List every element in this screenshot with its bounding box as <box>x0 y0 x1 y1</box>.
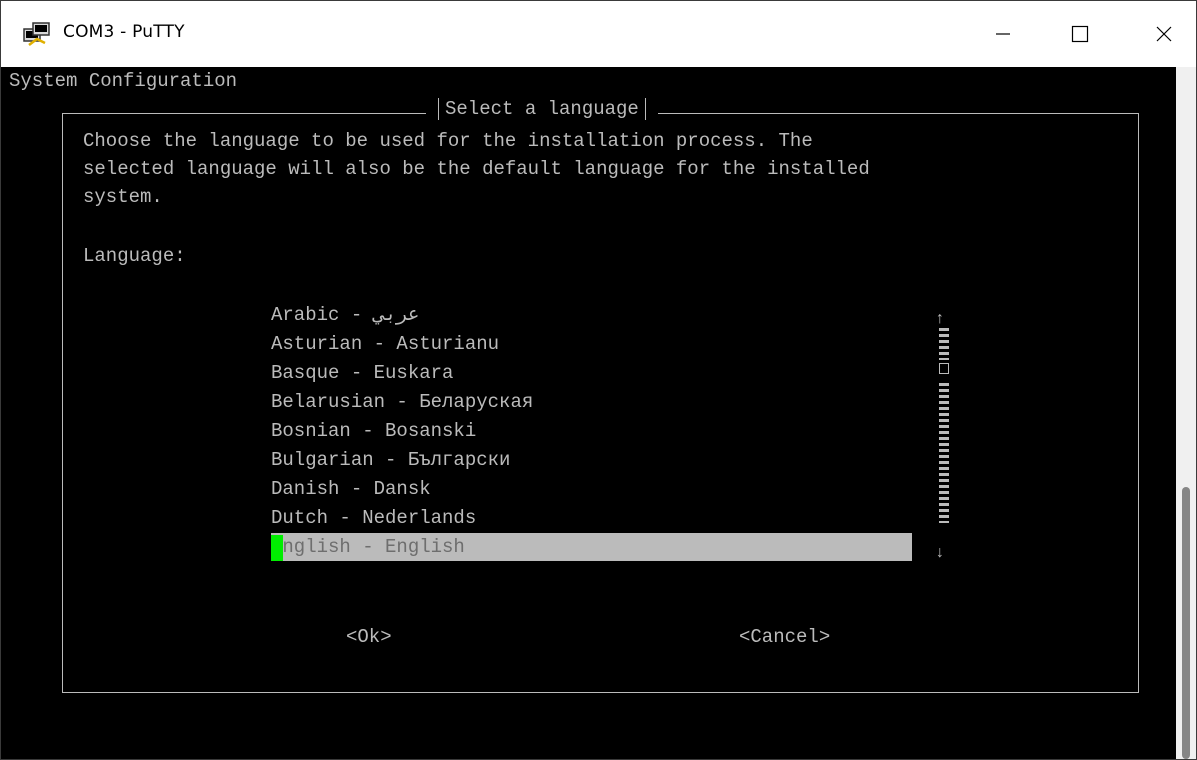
list-scroll-track[interactable] <box>939 328 949 360</box>
close-icon <box>1156 26 1172 42</box>
close-button[interactable] <box>1132 1 1196 67</box>
language-option-bulgarian[interactable]: Bulgarian - Български <box>271 446 510 474</box>
maximize-icon <box>1071 25 1089 43</box>
language-option-arabic[interactable]: Arabic - عربي <box>271 301 419 329</box>
language-option-belarusian[interactable]: Belarusian - Беларуская <box>271 388 533 416</box>
language-option-danish[interactable]: Danish - Dansk <box>271 475 431 503</box>
language-option-english-selected[interactable]: English - English <box>271 533 912 561</box>
title-right-divider <box>644 98 646 120</box>
minimize-icon <box>996 33 1010 35</box>
selected-language-label: English - English <box>271 536 465 558</box>
window-title: COM3 - PuTTY <box>63 22 185 42</box>
language-option-bosnian[interactable]: Bosnian - Bosanski <box>271 417 476 445</box>
maximize-button[interactable] <box>1048 1 1112 67</box>
list-scroll-down-arrow-icon[interactable]: ↓ <box>935 539 945 567</box>
title-bar[interactable]: COM3 - PuTTY <box>1 1 1196 67</box>
system-configuration-title: System Configuration <box>9 70 238 92</box>
dialog-prompt-line: selected language will also be the defau… <box>83 158 870 180</box>
putty-terminal-icon[interactable] <box>23 21 51 49</box>
dialog-title-bar: Select a language <box>426 95 658 123</box>
dialog-prompt-line: Choose the language to be used for the i… <box>83 130 813 152</box>
dialog-prompt-line: system. <box>83 186 163 208</box>
ok-button[interactable]: <Ok> <box>346 623 392 651</box>
minimize-button[interactable] <box>971 1 1035 67</box>
text-cursor <box>271 535 283 561</box>
terminal-screen[interactable]: System Configuration Select a language C… <box>1 67 1176 759</box>
list-scroll-thumb[interactable] <box>939 363 949 374</box>
window-scrollbar[interactable] <box>1176 67 1196 759</box>
window-scrollbar-thumb[interactable] <box>1182 487 1190 759</box>
list-scroll-track[interactable] <box>939 383 949 523</box>
cancel-button[interactable]: <Cancel> <box>739 623 830 651</box>
dialog-title: Select a language <box>445 98 639 120</box>
putty-window: COM3 - PuTTY System Configuration Select… <box>0 0 1197 760</box>
language-dialog-frame <box>62 113 1139 693</box>
language-option-asturian[interactable]: Asturian - Asturianu <box>271 330 499 358</box>
language-option-dutch[interactable]: Dutch - Nederlands <box>271 504 476 532</box>
language-option-basque[interactable]: Basque - Euskara <box>271 359 453 387</box>
language-list-label: Language: <box>83 245 186 267</box>
title-left-divider <box>438 98 439 120</box>
